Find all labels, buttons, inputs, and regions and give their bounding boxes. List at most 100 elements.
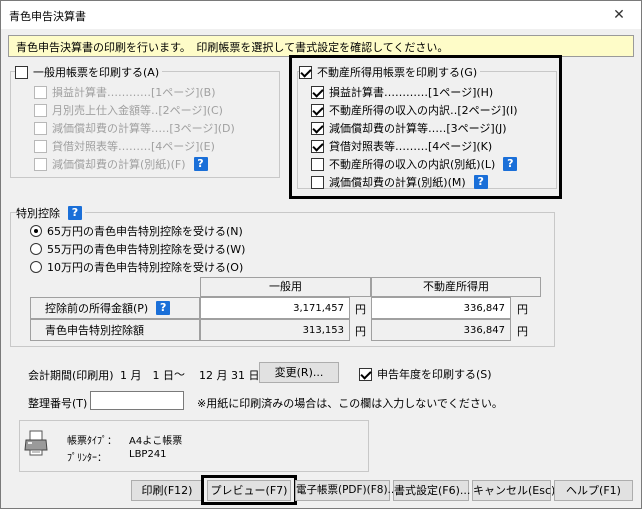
help-icon[interactable]: ?: [503, 157, 518, 171]
cancel-button[interactable]: キャンセル(Esc): [472, 480, 555, 501]
income-general-amount: 3,171,457: [293, 303, 344, 314]
realestate-item-6-checkbox[interactable]: [311, 175, 324, 189]
realestate-item-4-checkbox[interactable]: [311, 139, 324, 153]
deduction-general-amount: 313,153: [302, 325, 344, 336]
realestate-item-5-checkbox[interactable]: [311, 157, 324, 171]
special-deduction-label: 特別控除: [16, 207, 60, 220]
general-forms-checkbox[interactable]: [15, 65, 28, 79]
realestate-item-1-label: 損益計算書…………[1ページ](H): [329, 86, 494, 99]
period-label: 会計期間(印刷用): [28, 369, 114, 382]
printer-label: ﾌﾟﾘﾝﾀｰ：: [67, 453, 107, 464]
general-item-5[interactable]: 減価償却費の計算(別紙)(F) ?: [34, 156, 208, 172]
realestate-item-4[interactable]: 貸借対照表等………[4ページ](K): [311, 138, 492, 154]
realestate-forms-label: 不動産所得用帳票を印刷する(G): [317, 66, 478, 79]
deduction-realestate-unit: 円: [517, 325, 528, 338]
row-label-income-text: 控除前の所得金額(P): [45, 302, 149, 315]
form-type-label: 帳票ﾀｲﾌﾟ：: [67, 436, 117, 447]
info-message-bar: 青色申告決算書の印刷を行います。 印刷帳票を選択して書式設定を確認してください。: [8, 35, 634, 57]
title-bar: 青色申告決算書 ✕: [1, 1, 641, 29]
general-forms-label: 一般用帳票を印刷する(A): [33, 66, 160, 79]
col-header-realestate: 不動産所得用: [371, 277, 541, 297]
realestate-item-3-checkbox[interactable]: [311, 121, 324, 135]
dialog-window: 青色申告決算書 ✕ 青色申告決算書の印刷を行います。 印刷帳票を選択して書式設定…: [0, 0, 642, 509]
general-item-2-label: 月別売上仕入金額等‥[2ページ](C): [52, 104, 223, 117]
realestate-item-3-label: 減価償却費の計算等…‥[3ページ](J): [329, 122, 507, 135]
deduction-option-65-label: 65万円の青色申告特別控除を受ける(N): [47, 225, 243, 238]
realestate-item-1-checkbox[interactable]: [311, 85, 324, 99]
printer-icon: [24, 430, 48, 456]
help-icon[interactable]: ?: [473, 175, 488, 189]
general-item-4-label: 貸借対照表等………[4ページ](E): [52, 140, 215, 153]
general-item-2-checkbox[interactable]: [34, 103, 47, 117]
help-icon[interactable]: ?: [156, 301, 171, 315]
general-item-3-checkbox[interactable]: [34, 121, 47, 135]
realestate-item-5-label: 不動産所得の収入の内訳(別紙)(L): [329, 158, 496, 171]
row-label-income: 控除前の所得金額(P) ?: [30, 297, 200, 319]
income-general-value: 3,171,457: [200, 297, 350, 319]
preview-button[interactable]: プレビュー(F7): [207, 480, 291, 501]
help-icon[interactable]: ?: [68, 206, 82, 220]
realestate-forms-checkbox[interactable]: [299, 65, 312, 79]
realestate-forms-toggle[interactable]: 不動産所得用帳票を印刷する(G): [299, 64, 481, 80]
change-period-button[interactable]: 変更(R)...: [259, 362, 339, 383]
row-label-deduction: 青色申告特別控除額: [30, 319, 200, 341]
realestate-item-2[interactable]: 不動産所得の収入の内訳‥[2ページ](I): [311, 102, 518, 118]
help-icon[interactable]: ?: [193, 157, 208, 171]
period-tilde: ～: [174, 368, 185, 381]
general-item-1[interactable]: 損益計算書…………[1ページ](B): [34, 84, 216, 100]
deduction-general-unit: 円: [355, 325, 366, 338]
general-item-2[interactable]: 月別売上仕入金額等‥[2ページ](C): [34, 102, 223, 118]
general-item-1-label: 損益計算書…………[1ページ](B): [52, 86, 216, 99]
general-item-4-checkbox[interactable]: [34, 139, 47, 153]
income-general-unit: 円: [355, 303, 366, 316]
realestate-item-4-label: 貸借対照表等………[4ページ](K): [329, 140, 493, 153]
deduction-option-55-label: 55万円の青色申告特別控除を受ける(W): [47, 243, 246, 256]
epdf-button[interactable]: 電子帳票(PDF)(F8)...: [295, 480, 398, 501]
realestate-item-1[interactable]: 損益計算書…………[1ページ](H): [311, 84, 493, 100]
deduction-option-65-radio[interactable]: [30, 225, 42, 237]
realestate-item-2-label: 不動産所得の収入の内訳‥[2ページ](I): [329, 104, 518, 117]
deduction-option-10-label: 10万円の青色申告特別控除を受ける(O): [47, 261, 244, 274]
realestate-item-6-label: 減価償却費の計算(別紙)(M): [329, 176, 466, 189]
general-item-1-checkbox[interactable]: [34, 85, 47, 99]
printer-value: LBP241: [129, 449, 167, 460]
general-item-3[interactable]: 減価償却費の計算等‥…[3ページ](D): [34, 120, 235, 136]
income-realestate-value: 336,847: [371, 297, 511, 319]
form-type-value: A4よこ帳票: [129, 436, 183, 447]
ref-number-label: 整理番号(T): [28, 397, 88, 410]
format-settings-button[interactable]: 書式設定(F6)...: [393, 480, 470, 501]
deduction-realestate-value: 336,847: [371, 319, 511, 341]
deduction-option-65[interactable]: 65万円の青色申告特別控除を受ける(N): [30, 223, 243, 239]
general-item-3-label: 減価償却費の計算等‥…[3ページ](D): [52, 122, 235, 135]
deduction-option-55-radio[interactable]: [30, 243, 42, 255]
ref-number-input[interactable]: [90, 391, 184, 410]
income-realestate-amount: 336,847: [463, 303, 505, 314]
general-item-4[interactable]: 貸借対照表等………[4ページ](E): [34, 138, 215, 154]
deduction-realestate-amount: 336,847: [463, 325, 505, 336]
ref-number-note: ※用紙に印刷済みの場合は、この欄は入力しないでください。: [197, 397, 503, 410]
period-end: 12 月 31 日: [199, 369, 260, 382]
window-title: 青色申告決算書: [9, 10, 86, 23]
deduction-option-55[interactable]: 55万円の青色申告特別控除を受ける(W): [30, 241, 245, 257]
general-item-5-label: 減価償却費の計算(別紙)(F): [52, 158, 186, 171]
realestate-item-3[interactable]: 減価償却費の計算等…‥[3ページ](J): [311, 120, 507, 136]
print-year-option[interactable]: 申告年度を印刷する(S): [359, 366, 492, 382]
close-button[interactable]: ✕: [597, 1, 641, 29]
special-deduction-legend: 特別控除 ?: [16, 205, 85, 221]
income-realestate-unit: 円: [517, 303, 528, 316]
period-start: 1 月 1 日: [120, 369, 174, 382]
general-item-5-checkbox[interactable]: [34, 157, 47, 171]
deduction-general-value: 313,153: [200, 319, 350, 341]
general-forms-toggle[interactable]: 一般用帳票を印刷する(A): [15, 64, 163, 80]
realestate-item-5[interactable]: 不動産所得の収入の内訳(別紙)(L) ?: [311, 156, 518, 172]
print-year-checkbox[interactable]: [359, 367, 372, 381]
deduction-option-10[interactable]: 10万円の青色申告特別控除を受ける(O): [30, 259, 243, 275]
realestate-item-2-checkbox[interactable]: [311, 103, 324, 117]
col-header-general: 一般用: [200, 277, 371, 297]
print-button[interactable]: 印刷(F12): [131, 480, 203, 501]
help-button[interactable]: ヘルプ(F1): [554, 480, 633, 501]
deduction-option-10-radio[interactable]: [30, 261, 42, 273]
close-icon: ✕: [613, 7, 625, 23]
row-label-deduction-text: 青色申告特別控除額: [45, 324, 144, 337]
realestate-item-6[interactable]: 減価償却費の計算(別紙)(M) ?: [311, 174, 488, 190]
